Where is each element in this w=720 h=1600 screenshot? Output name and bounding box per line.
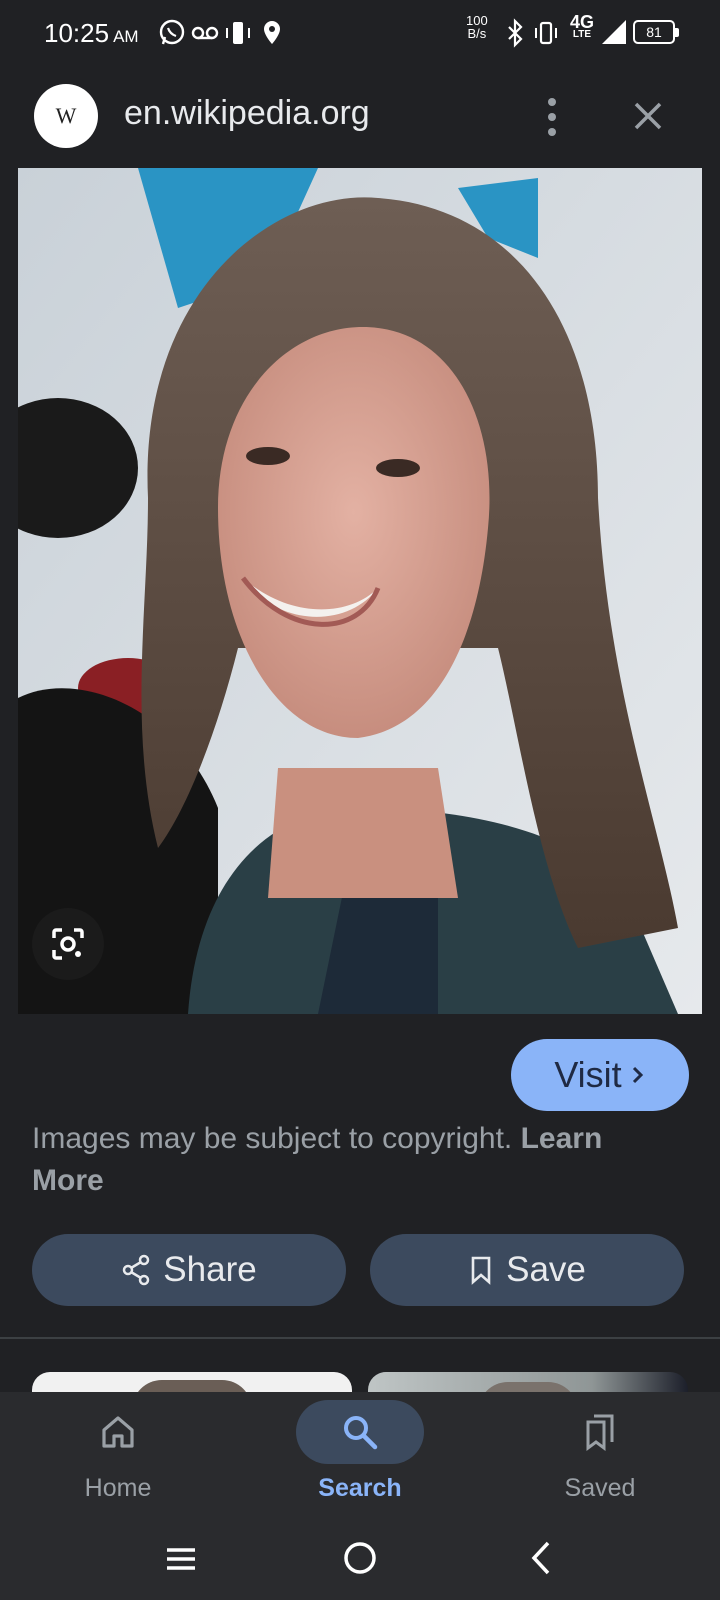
home-icon <box>102 1416 134 1448</box>
wikipedia-favicon: W <box>34 84 98 148</box>
related-image-thumbnail[interactable] <box>32 1372 352 1392</box>
menu-icon[interactable] <box>164 1542 198 1576</box>
close-icon[interactable] <box>628 96 668 136</box>
search-icon <box>344 1416 378 1450</box>
nav-saved[interactable]: Saved <box>510 1392 690 1520</box>
signal-icon <box>602 20 626 44</box>
nav-search[interactable]: Search <box>270 1392 450 1520</box>
vibrate-icon <box>226 22 250 44</box>
preview-image[interactable] <box>18 168 702 1014</box>
battery-indicator: 81 <box>633 20 679 44</box>
google-lens-button[interactable] <box>32 908 104 980</box>
location-icon <box>264 21 280 44</box>
section-divider <box>0 1337 720 1339</box>
save-button[interactable]: Save <box>370 1234 684 1306</box>
home-circle-icon[interactable] <box>342 1540 378 1576</box>
share-icon <box>123 1254 150 1286</box>
nav-home[interactable]: Home <box>28 1392 208 1520</box>
saved-icon <box>586 1414 614 1451</box>
whatsapp-icon <box>159 19 185 45</box>
visit-label: Visit <box>554 1054 622 1095</box>
copyright-text: Images may be subject to copyright. <box>32 1122 521 1155</box>
bottom-navigation: Home Search Saved <box>0 1392 720 1520</box>
time-text: 10:25 <box>44 18 110 48</box>
lens-icon <box>52 928 84 960</box>
bookmark-icon <box>471 1256 491 1285</box>
system-navigation-bar <box>0 1520 720 1600</box>
network-speed: 100 B/s <box>466 13 488 41</box>
save-label: Save <box>506 1250 586 1289</box>
related-image-thumbnail[interactable] <box>368 1372 688 1392</box>
site-domain[interactable]: en.wikipedia.org <box>124 94 370 133</box>
portrait-photo <box>18 168 702 1014</box>
nav-search-label: Search <box>318 1474 402 1502</box>
voicemail-icon <box>191 26 219 40</box>
share-button[interactable]: Share <box>32 1234 346 1306</box>
nav-saved-label: Saved <box>564 1474 636 1502</box>
copyright-notice: Images may be subject to copyright. Lear… <box>32 1118 682 1202</box>
vibrate-mode-icon <box>535 21 557 45</box>
bluetooth-icon <box>508 18 523 48</box>
status-bar: 10:25 AM 100 B/s 4G LTE 81 <box>0 0 720 66</box>
time-ampm: AM <box>113 27 139 46</box>
more-options-icon[interactable] <box>534 94 570 140</box>
network-type: 4G LTE <box>570 12 595 40</box>
nav-home-label: Home <box>84 1474 152 1502</box>
chevron-right-icon <box>632 1066 643 1084</box>
status-time: 10:25 AM <box>44 18 139 49</box>
browser-top-bar: W en.wikipedia.org <box>0 66 720 168</box>
back-icon[interactable] <box>526 1540 556 1576</box>
visit-button[interactable]: Visit <box>511 1039 689 1111</box>
share-label: Share <box>163 1250 257 1289</box>
